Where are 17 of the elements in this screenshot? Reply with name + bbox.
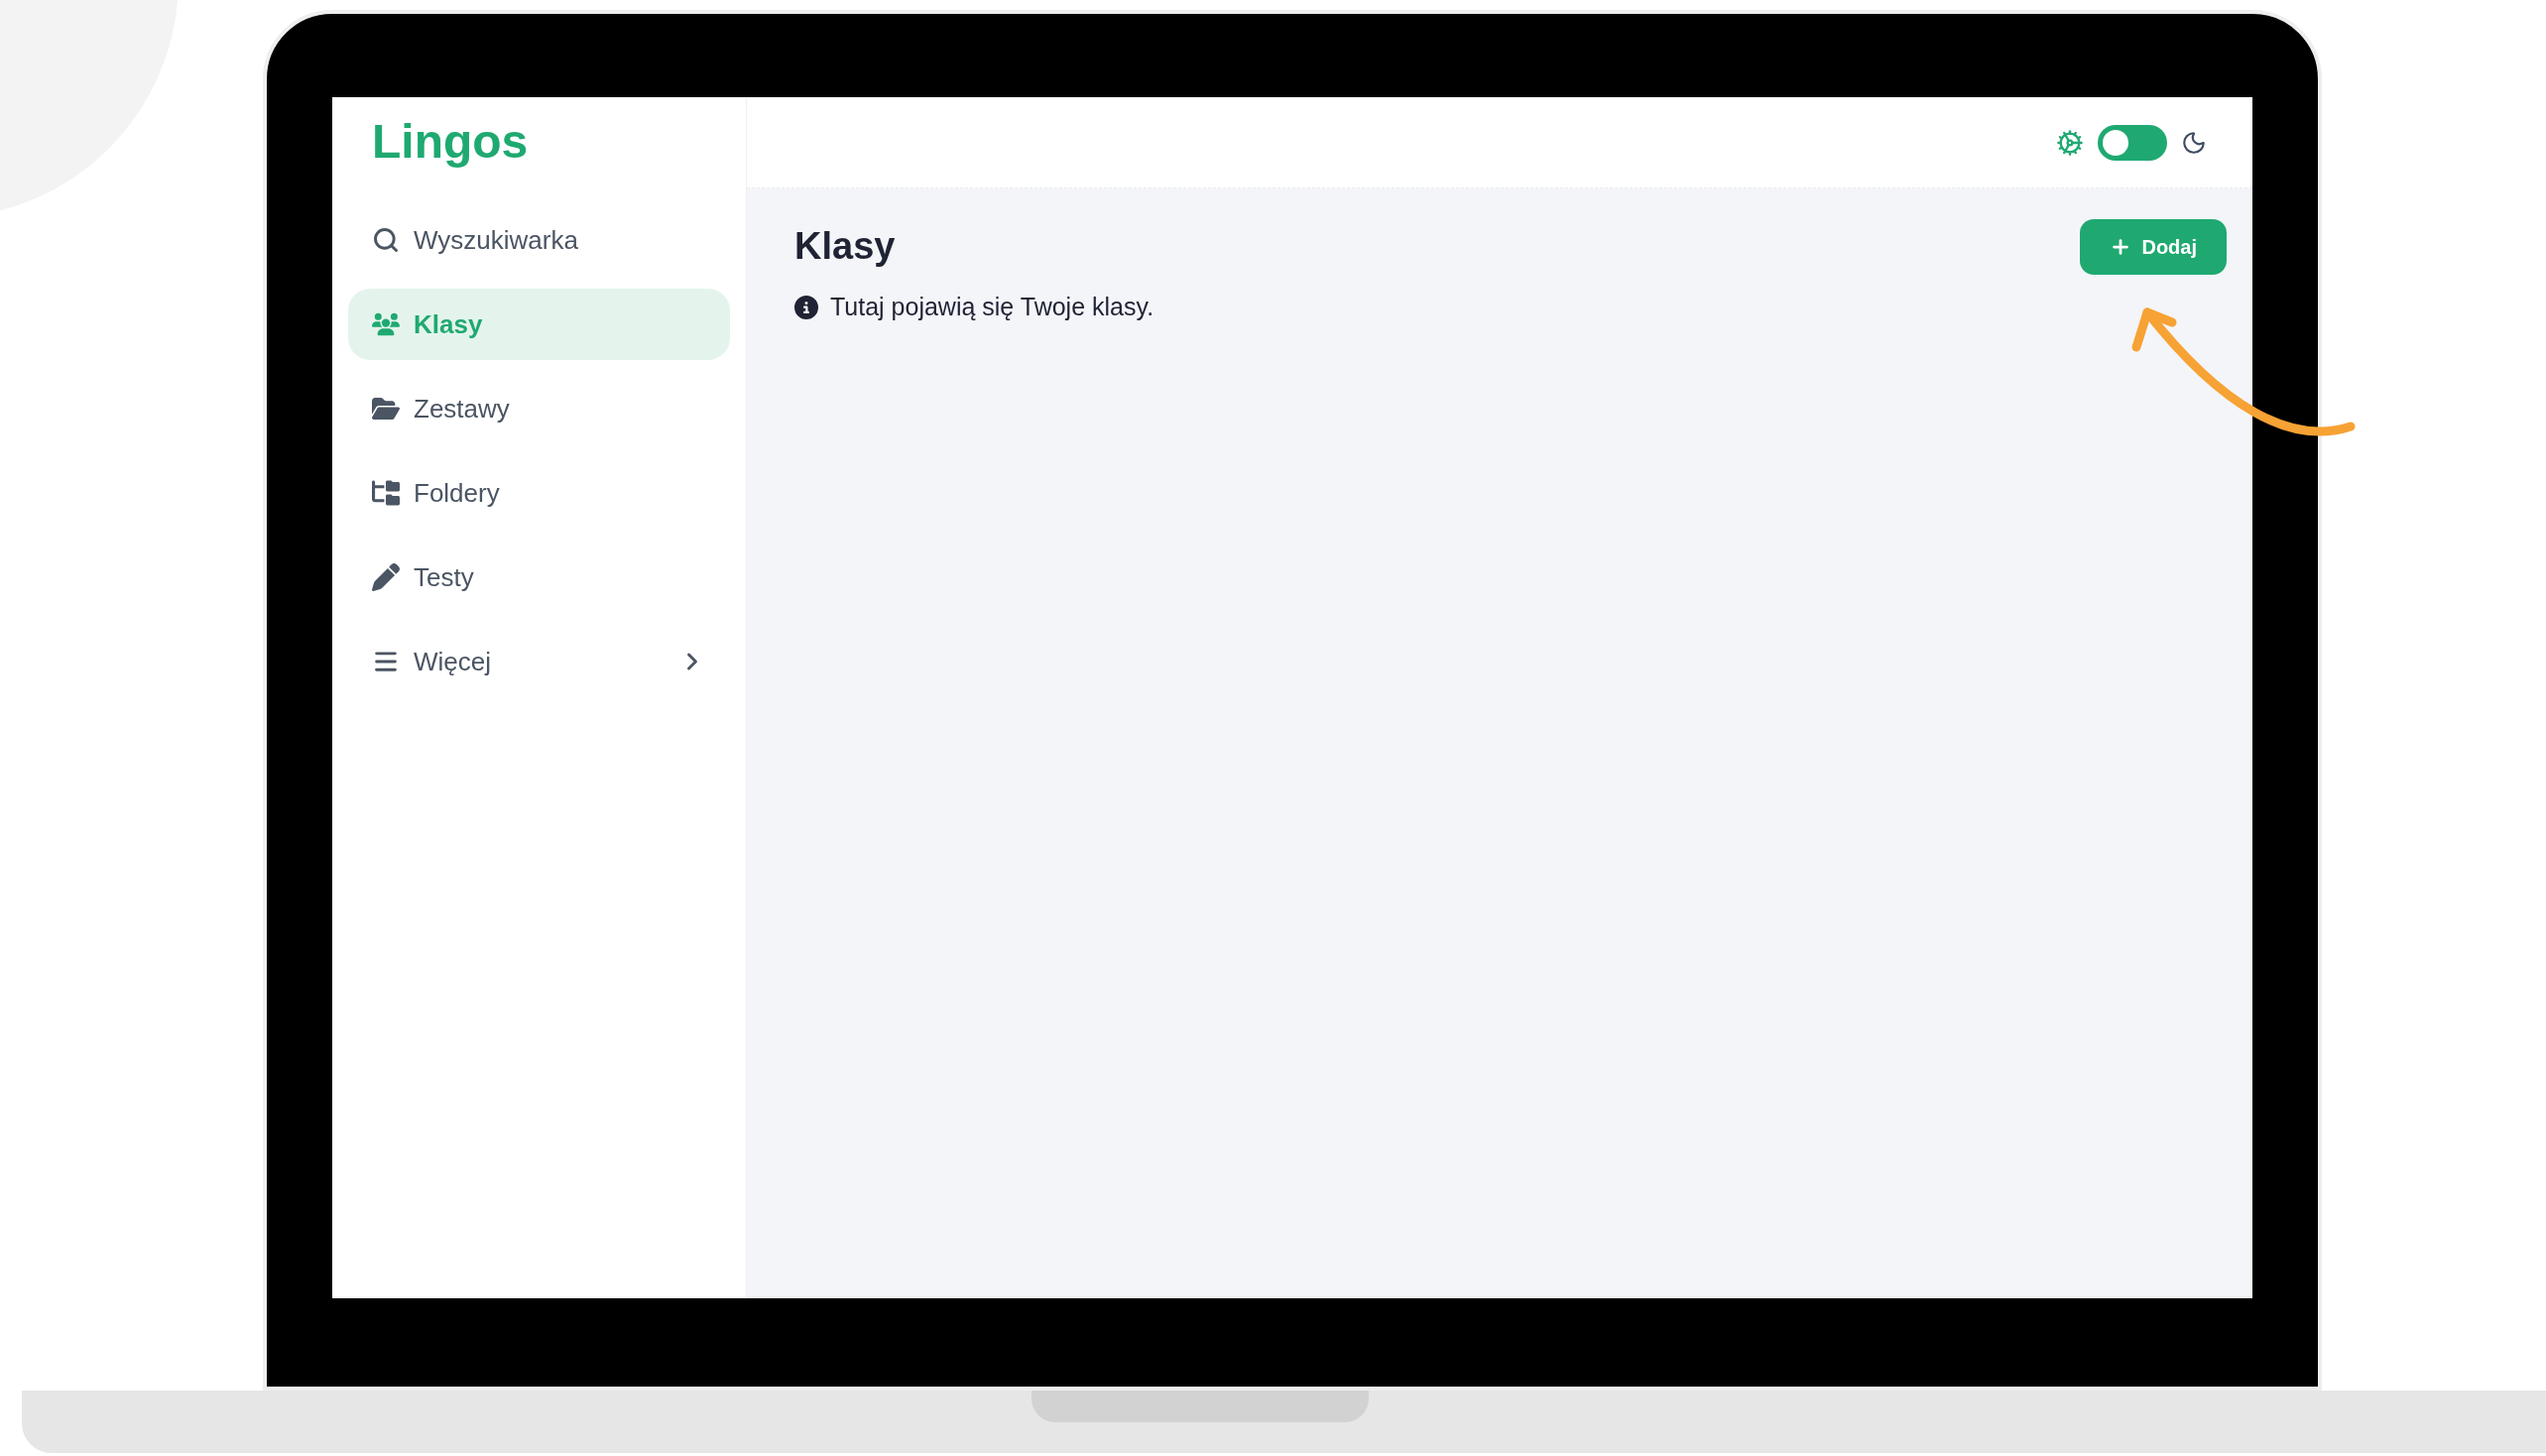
- app-logo: Lingos: [371, 114, 530, 170]
- search-icon: [372, 226, 400, 254]
- moon-icon: [2181, 129, 2207, 156]
- sidebar-item[interactable]: Wyszukiwarka: [348, 204, 730, 276]
- folder-icon: [372, 395, 400, 423]
- info-icon: [794, 295, 818, 319]
- sidebar-item[interactable]: Testy: [348, 542, 730, 613]
- pencil-icon: [372, 563, 400, 591]
- sidebar-item[interactable]: Zestawy: [348, 373, 730, 444]
- gear-icon: [2056, 128, 2084, 157]
- users-icon: [372, 310, 400, 338]
- info-text: Tutaj pojawią się Twoje klasy.: [830, 292, 1154, 322]
- theme-toggle[interactable]: [2098, 124, 2167, 161]
- sidebar-item[interactable]: Foldery: [348, 457, 730, 529]
- sidebar-item[interactable]: Więcej: [348, 626, 730, 697]
- page-title: Klasy: [794, 224, 896, 269]
- folder-tree-icon: [372, 479, 400, 507]
